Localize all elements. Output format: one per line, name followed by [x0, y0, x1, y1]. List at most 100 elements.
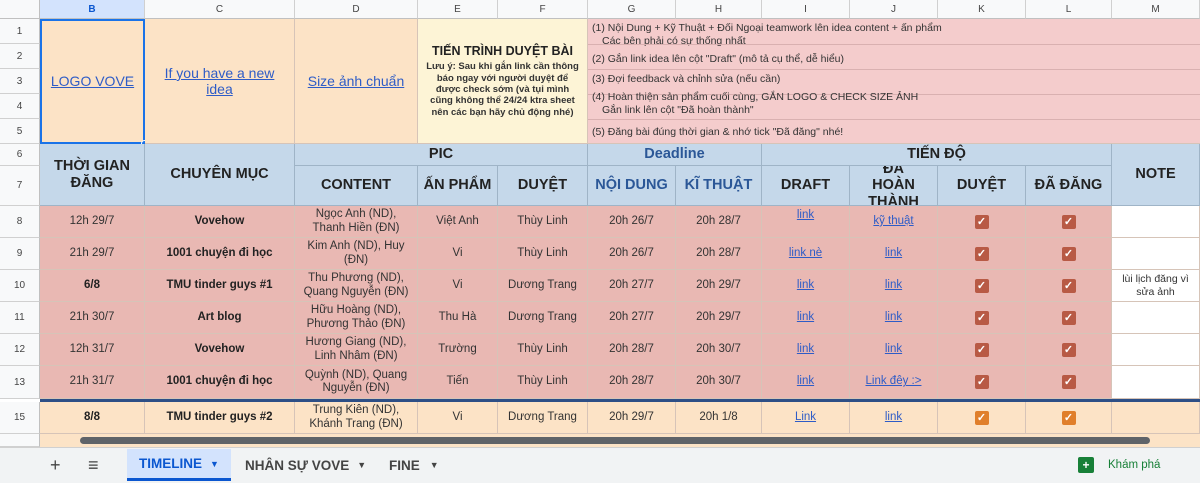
cell-time[interactable]: 12h 31/7	[40, 334, 145, 366]
done-link[interactable]: kỹ thuật	[873, 215, 913, 228]
row-header[interactable]: 7	[0, 166, 40, 206]
cell-approver[interactable]: Dương Trang	[498, 270, 588, 302]
col-header-m[interactable]: M	[1112, 0, 1200, 19]
cell-posted[interactable]: ✓	[1026, 334, 1112, 366]
posted-checkbox[interactable]: ✓	[1061, 410, 1076, 425]
cell-note[interactable]	[1112, 302, 1200, 334]
cell-content[interactable]: Quỳnh (ND), Quang Nguyễn (ĐN)	[295, 366, 418, 399]
done-link[interactable]: Link đêy :>	[866, 375, 922, 388]
cell-dl-tech[interactable]: 20h 30/7	[676, 366, 762, 399]
col-header-g[interactable]: G	[588, 0, 676, 19]
all-sheets-menu-button[interactable]: ≡	[88, 449, 99, 481]
cell-done[interactable]: link	[850, 302, 938, 334]
cell-draft[interactable]: Link	[762, 402, 850, 434]
select-all-corner[interactable]	[0, 0, 40, 19]
row-header[interactable]: 6	[0, 144, 40, 166]
row-header[interactable]: 2	[0, 44, 40, 69]
cell-dl-tech[interactable]: 20h 1/8	[676, 402, 762, 434]
done-link[interactable]: link	[885, 411, 902, 424]
col-header-d[interactable]: D	[295, 0, 418, 19]
col-header-e[interactable]: E	[418, 0, 498, 19]
cell-draft[interactable]: link	[762, 302, 850, 334]
cell-draft[interactable]: link nè	[762, 238, 850, 270]
cell-category[interactable]: Vovehow	[145, 334, 295, 366]
col-header-c[interactable]: C	[145, 0, 295, 19]
posted-checkbox[interactable]: ✓	[1061, 310, 1076, 325]
cell-dl-content[interactable]: 20h 28/7	[588, 334, 676, 366]
draft-link[interactable]: link	[797, 375, 814, 388]
done-link[interactable]: link	[885, 311, 902, 324]
cell-content[interactable]: Thu Phương (ND), Quang Nguyễn (ĐN)	[295, 270, 418, 302]
row-header[interactable]: 9	[0, 238, 40, 270]
cell-approved[interactable]: ✓	[938, 270, 1026, 302]
draft-link[interactable]: link	[797, 279, 814, 292]
cell-done[interactable]: link	[850, 238, 938, 270]
posted-checkbox[interactable]: ✓	[1061, 375, 1076, 389]
done-link[interactable]: link	[885, 247, 902, 260]
col-header-l[interactable]: L	[1026, 0, 1112, 19]
done-link[interactable]: link	[885, 279, 902, 292]
add-sheet-button[interactable]: +	[50, 449, 61, 481]
cell-time[interactable]: 8/8	[40, 402, 145, 434]
cell-dl-tech[interactable]: 20h 28/7	[676, 206, 762, 238]
approved-checkbox[interactable]: ✓	[974, 410, 989, 425]
cell-product[interactable]: Tiến	[418, 366, 498, 399]
cell-dl-tech[interactable]: 20h 28/7	[676, 238, 762, 270]
approved-checkbox[interactable]: ✓	[974, 214, 989, 229]
cell-approved[interactable]: ✓	[938, 334, 1026, 366]
cell-note[interactable]	[1112, 366, 1200, 399]
cell-dl-tech[interactable]: 20h 30/7	[676, 334, 762, 366]
size-link[interactable]: Size ảnh chuẩn	[308, 73, 405, 89]
row-header[interactable]: 12	[0, 334, 40, 366]
cell-approved[interactable]: ✓	[938, 402, 1026, 434]
cell-category[interactable]: Vovehow	[145, 206, 295, 238]
row-header[interactable]: 3	[0, 69, 40, 94]
cell-category[interactable]: 1001 chuyện đi học	[145, 366, 295, 399]
approved-checkbox[interactable]: ✓	[974, 310, 989, 325]
cell-content[interactable]: Kim Anh (ND), Huy (ĐN)	[295, 238, 418, 270]
cell-approver[interactable]: Thùy Linh	[498, 366, 588, 399]
cell-approved[interactable]: ✓	[938, 366, 1026, 399]
horizontal-scrollbar[interactable]	[80, 437, 1150, 444]
cell-done[interactable]: link	[850, 402, 938, 434]
cell-approved[interactable]: ✓	[938, 302, 1026, 334]
cell-content[interactable]: Hương Giang (ND), Linh Nhâm (ĐN)	[295, 334, 418, 366]
size-cell[interactable]: Size ảnh chuẩn	[295, 19, 418, 144]
cell-time[interactable]: 12h 29/7	[40, 206, 145, 238]
col-header-j[interactable]: J	[850, 0, 938, 19]
posted-checkbox[interactable]: ✓	[1061, 246, 1076, 261]
cell-posted[interactable]: ✓	[1026, 402, 1112, 434]
cell-dl-content[interactable]: 20h 29/7	[588, 402, 676, 434]
cell-done[interactable]: link	[850, 270, 938, 302]
posted-checkbox[interactable]: ✓	[1061, 214, 1076, 229]
cell-done[interactable]: Link đêy :>	[850, 366, 938, 399]
cell-category[interactable]: TMU tinder guys #1	[145, 270, 295, 302]
cell-note[interactable]	[1112, 206, 1200, 238]
cell-draft[interactable]: link	[762, 270, 850, 302]
cell-category[interactable]: TMU tinder guys #2	[145, 402, 295, 434]
row-header[interactable]: 11	[0, 302, 40, 334]
cell-approver[interactable]: Thùy Linh	[498, 206, 588, 238]
cell-approver[interactable]: Thùy Linh	[498, 238, 588, 270]
tab-nhan-su-vove[interactable]: NHÂN SỰ VOVE ▼	[245, 449, 366, 481]
approved-checkbox[interactable]: ✓	[974, 342, 989, 357]
cell-time[interactable]: 21h 30/7	[40, 302, 145, 334]
chevron-down-icon[interactable]: ▼	[430, 460, 439, 470]
cell-note[interactable]: lùi lịch đăng vì sửa ảnh	[1112, 270, 1200, 302]
explore-button[interactable]: + Khám phá	[1068, 450, 1200, 480]
draft-link[interactable]: link	[797, 311, 814, 324]
cell-product[interactable]: Trường	[418, 334, 498, 366]
cell-dl-content[interactable]: 20h 26/7	[588, 238, 676, 270]
cell-content[interactable]: Trung Kiên (ND), Khánh Trang (ĐN)	[295, 402, 418, 434]
approved-checkbox[interactable]: ✓	[974, 246, 989, 261]
cell-time[interactable]: 6/8	[40, 270, 145, 302]
cell-product[interactable]: Vi	[418, 402, 498, 434]
draft-link[interactable]: Link	[795, 411, 816, 424]
cell-dl-content[interactable]: 20h 28/7	[588, 366, 676, 399]
row-header[interactable]: 10	[0, 270, 40, 302]
cell-posted[interactable]: ✓	[1026, 366, 1112, 399]
row-header[interactable]: 4	[0, 94, 40, 119]
tab-fine[interactable]: FINE ▼	[389, 449, 439, 481]
cell-draft[interactable]: link	[762, 206, 850, 238]
logo-link[interactable]: LOGO VOVE	[51, 73, 134, 89]
